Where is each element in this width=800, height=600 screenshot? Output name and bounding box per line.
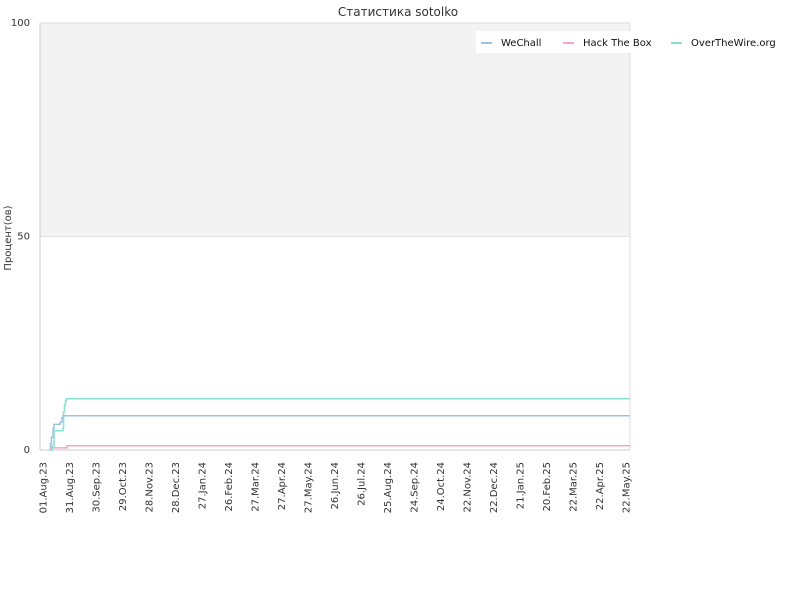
series-line-0 [49,415,630,451]
x-tick-label: 30.Sep.23 [92,462,103,513]
legend-label: WeChall [501,38,541,49]
series-line-2 [49,398,630,451]
x-tick-label: 22.Dec.24 [489,462,500,513]
y-tick-label: 50 [17,232,30,243]
y-axis-label: Процент(ов) [3,205,14,270]
x-tick-label: 22.May.25 [622,462,633,513]
x-tick-label: 26.Jun.24 [330,462,341,509]
x-tick-label: 21.Jan.25 [516,462,527,509]
plot-background [39,22,631,451]
series-lines [49,398,630,451]
x-tick-label: 01.Aug.23 [39,462,50,513]
x-tick-label: 22.Mar.25 [569,462,580,512]
x-tick-label: 27.Apr.24 [277,462,288,510]
x-tick-label: 31.Aug.23 [65,462,76,513]
x-tick-label: 26.Jul.24 [357,462,368,506]
legend: WeChall Hack The Box OverTheWire.org [476,31,784,53]
x-tick-label: 22.Apr.25 [595,462,606,510]
legend-label: OverTheWire.org [691,38,776,49]
y-tick-label: 0 [24,445,30,456]
y-tick-label: 100 [11,18,30,29]
chart-title: Статистика sotolko [338,5,458,19]
x-tick-label: 24.Oct.24 [436,462,447,511]
x-tick-label: 26.Feb.24 [224,462,235,512]
legend-label: Hack The Box [583,38,652,49]
x-tick-label: 27.Mar.24 [251,462,262,512]
series-line-1 [49,444,630,451]
x-tick-label: 24.Sep.24 [410,462,421,513]
x-ticks: 01.Aug.23 31.Aug.23 30.Sep.23 29.Oct.23 28.N… [39,462,633,513]
x-tick-label: 25.Aug.24 [383,462,394,513]
x-tick-label: 28.Dec.23 [171,462,182,513]
plot-band-upper [40,23,630,237]
x-tick-label: 27.Jan.24 [198,462,209,509]
x-tick-label: 22.Nov.24 [463,462,474,513]
x-tick-label: 28.Nov.23 [145,462,156,513]
x-tick-label: 20.Feb.25 [542,462,553,512]
x-tick-label: 27.May.24 [304,462,315,513]
x-tick-label: 29.Oct.23 [118,462,129,511]
chart: Статистика sotolko Процент(ов) 0 50 100 01.… [3,5,784,513]
